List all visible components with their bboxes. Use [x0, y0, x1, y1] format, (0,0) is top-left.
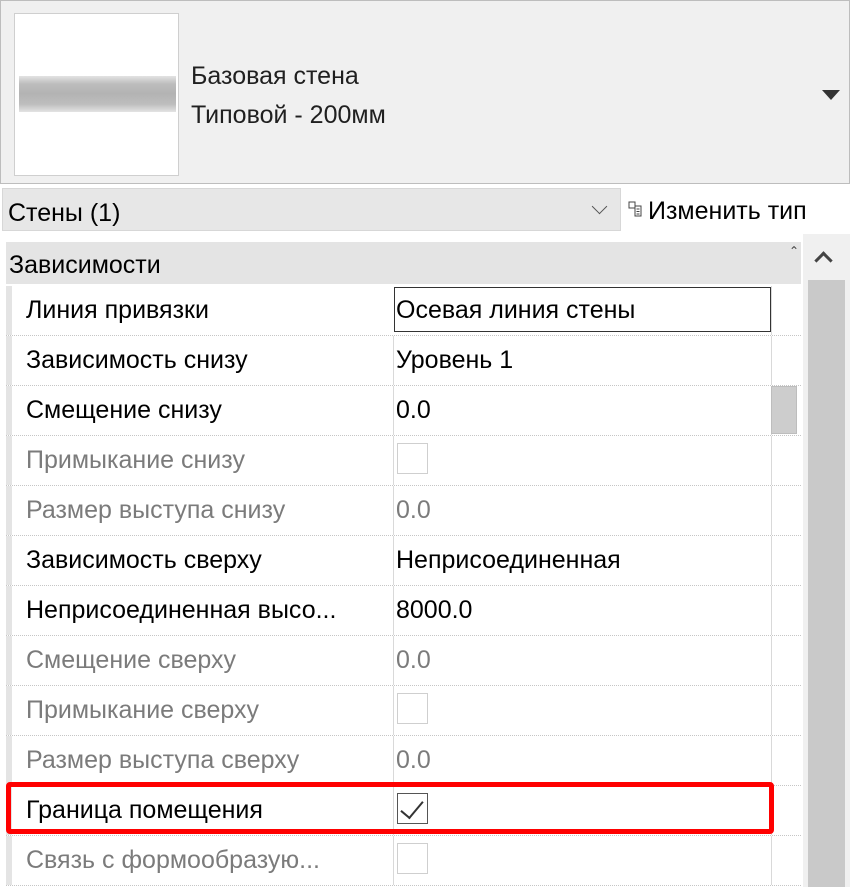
section-title: Зависимости [9, 251, 161, 279]
property-label: Смещение снизу [26, 396, 222, 424]
scrollbar-thumb[interactable] [808, 280, 845, 887]
scroll-up-arrow-icon[interactable] [813, 248, 833, 268]
property-row-base-constraint[interactable]: Зависимость снизу Уровень 1 [6, 336, 801, 386]
property-label: Смещение сверху [26, 646, 236, 674]
collapse-icon[interactable]: ⌃ [789, 244, 799, 258]
property-value[interactable]: 8000.0 [396, 596, 472, 625]
property-checkbox [397, 693, 428, 724]
selection-filter-dropdown[interactable]: Стены (1) [2, 188, 621, 231]
property-label: Линия привязки [26, 296, 209, 324]
edit-type-label: Изменить тип [648, 197, 807, 225]
property-label: Размер выступа сверху [26, 746, 300, 774]
property-checkbox [397, 843, 428, 874]
chevron-down-icon [591, 198, 608, 215]
property-value[interactable]: Уровень 1 [396, 346, 513, 375]
property-label: Граница помещения [26, 796, 263, 824]
vertical-scrollbar[interactable] [803, 234, 850, 887]
property-row-top-constraint[interactable]: Зависимость сверху Неприсоединенная [6, 536, 801, 586]
property-label: Зависимость сверху [26, 546, 262, 574]
edit-type-icon [628, 201, 642, 217]
inner-scroll-thumb[interactable] [771, 386, 797, 434]
property-value: 0.0 [396, 496, 431, 524]
property-checkbox [397, 443, 428, 474]
property-row-room-bounding[interactable]: Граница помещения [6, 786, 801, 836]
properties-grid: Зависимости ⌃ Линия привязки Осевая лини… [0, 234, 850, 887]
type-dropdown-arrow-icon[interactable] [820, 87, 842, 103]
property-label: Примыкание сверху [26, 696, 260, 724]
property-row-top-offset: Смещение сверху 0.0 [6, 636, 801, 686]
edit-type-button[interactable]: Изменить тип [626, 188, 846, 231]
property-value[interactable]: Неприсоединенная [396, 546, 621, 575]
room-bounding-checkbox[interactable] [397, 793, 428, 824]
property-value[interactable]: 0.0 [396, 396, 431, 425]
property-row-unconnected-height[interactable]: Неприсоединенная высо... 8000.0 [6, 586, 801, 636]
type-family-name: Базовая стена [191, 62, 359, 90]
property-row-top-attached: Примыкание сверху [6, 686, 801, 736]
property-value: 0.0 [396, 646, 431, 674]
property-label: Неприсоединенная высо... [26, 596, 337, 624]
selection-filter-value: Стены (1) [8, 199, 121, 227]
property-row-location-line[interactable]: Линия привязки Осевая линия стены [6, 286, 801, 336]
property-row-base-extension: Размер выступа снизу 0.0 [6, 486, 801, 536]
type-name: Типовой - 200мм [191, 101, 386, 129]
section-header-constraints[interactable]: Зависимости ⌃ [6, 242, 801, 284]
property-row-related-to-mass: Связь с формообразую... [6, 836, 801, 886]
property-value: 0.0 [396, 746, 431, 774]
property-row-base-offset[interactable]: Смещение снизу 0.0 [6, 386, 801, 436]
property-row-base-attached: Примыкание снизу [6, 436, 801, 486]
property-label: Размер выступа снизу [26, 496, 286, 524]
wall-preview-icon [19, 76, 176, 112]
property-label: Примыкание снизу [26, 446, 245, 474]
property-label: Связь с формообразую... [26, 846, 320, 874]
property-row-top-extension: Размер выступа сверху 0.0 [6, 736, 801, 786]
property-value[interactable]: Осевая линия стены [396, 296, 635, 325]
checkmark-icon [400, 794, 424, 820]
selection-filter-bar: Стены (1) Изменить тип [0, 184, 850, 234]
type-preview-thumbnail [14, 13, 179, 176]
type-selector[interactable]: Базовая стена Типовой - 200мм [0, 0, 850, 184]
property-label: Зависимость снизу [26, 346, 248, 374]
